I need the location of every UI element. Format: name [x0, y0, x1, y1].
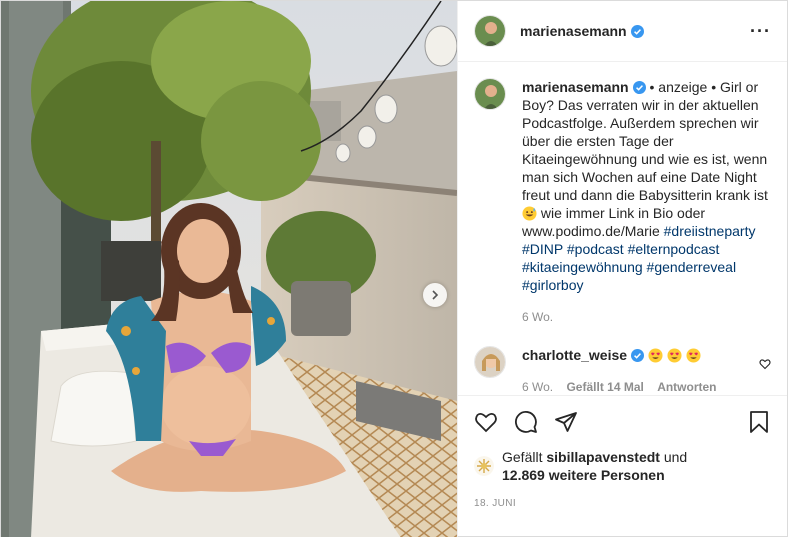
hashtag-link[interactable]: #elternpodcast — [628, 241, 720, 257]
likes-count[interactable]: 12.869 weitere Personen — [502, 467, 665, 483]
next-image-button[interactable] — [423, 283, 447, 307]
caption-body: marienasemann • anzeige • Girl or Boy? D… — [522, 78, 771, 326]
comments-section: marienasemann • anzeige • Girl or Boy? D… — [458, 62, 787, 395]
heart-eyes-emoji-icon — [686, 348, 701, 363]
hashtag-link[interactable]: #genderreveal — [647, 259, 737, 275]
likes-middle: und — [659, 449, 688, 465]
post-photo[interactable] — [1, 1, 457, 537]
like-heart-icon[interactable] — [474, 410, 498, 434]
post-username[interactable]: marienasemann — [520, 23, 644, 39]
sweat-smile-emoji-icon — [522, 206, 537, 221]
avatar-image — [475, 79, 505, 109]
liker-avatar[interactable] — [474, 456, 494, 476]
caption-meta: 6 Wo. — [522, 308, 771, 326]
chevron-right-icon — [432, 290, 439, 300]
post-actions: Gefällt sibillapavenstedt und 12.869 wei… — [458, 395, 787, 537]
comment-avatar[interactable] — [474, 346, 506, 378]
share-paper-plane-icon[interactable] — [554, 410, 578, 434]
caption: marienasemann • anzeige • Girl or Boy? D… — [474, 78, 771, 326]
post-header: marienasemann ··· — [458, 1, 787, 62]
avatar-image — [475, 16, 505, 46]
comment-time[interactable]: 6 Wo. — [522, 380, 553, 394]
bookmark-icon[interactable] — [747, 410, 771, 434]
verified-badge-icon — [630, 25, 644, 38]
comment-body: charlotte_weise 6 Wo. Gefällt 14 Mal Ant… — [522, 346, 759, 395]
comment-bubble-icon[interactable] — [514, 410, 538, 434]
more-options-button[interactable]: ··· — [750, 21, 771, 42]
likes-text: Gefällt sibillapavenstedt und 12.869 wei… — [502, 448, 687, 484]
hashtag-link[interactable]: #DINP — [522, 241, 563, 257]
comment-item: charlotte_weise 6 Wo. Gefällt 14 Mal Ant… — [474, 346, 771, 395]
instagram-post-modal: marienasemann ··· marienasemann • anzeig… — [0, 0, 788, 537]
hashtag-link[interactable]: #dreiistneparty — [664, 223, 756, 239]
post-date[interactable]: 18. JUNI — [474, 498, 771, 509]
verified-badge-icon — [632, 81, 646, 94]
comment-like-heart-icon[interactable] — [759, 358, 771, 370]
likes-summary: Gefällt sibillapavenstedt und 12.869 wei… — [474, 448, 771, 484]
heart-eyes-emoji-icon — [667, 348, 682, 363]
comment-meta: 6 Wo. Gefällt 14 Mal Antworten — [522, 378, 759, 395]
caption-text: • anzeige • Girl or Boy? Das verraten wi… — [522, 79, 768, 203]
action-icons-row — [474, 408, 771, 436]
heart-eyes-emoji-icon — [648, 348, 663, 363]
caption-time[interactable]: 6 Wo. — [522, 310, 553, 324]
comment-username[interactable]: charlotte_weise — [522, 347, 627, 363]
reply-button[interactable]: Antworten — [657, 380, 716, 394]
post-side-panel: marienasemann ··· marienasemann • anzeig… — [457, 1, 787, 537]
hashtag-link[interactable]: #girlorboy — [522, 277, 583, 293]
avatar[interactable] — [474, 15, 506, 47]
photo-image — [1, 1, 457, 537]
caption-avatar[interactable] — [474, 78, 506, 110]
caption-username[interactable]: marienasemann — [522, 79, 629, 95]
avatar-image — [475, 347, 505, 377]
comment-likes[interactable]: Gefällt 14 Mal — [566, 380, 643, 394]
hashtag-link[interactable]: #podcast — [567, 241, 624, 257]
likes-prefix: Gefällt — [502, 449, 547, 465]
hashtag-link[interactable]: #kitaeingewöhnung — [522, 259, 643, 275]
liker-username[interactable]: sibillapavenstedt — [546, 449, 660, 465]
verified-badge-icon — [631, 349, 645, 362]
